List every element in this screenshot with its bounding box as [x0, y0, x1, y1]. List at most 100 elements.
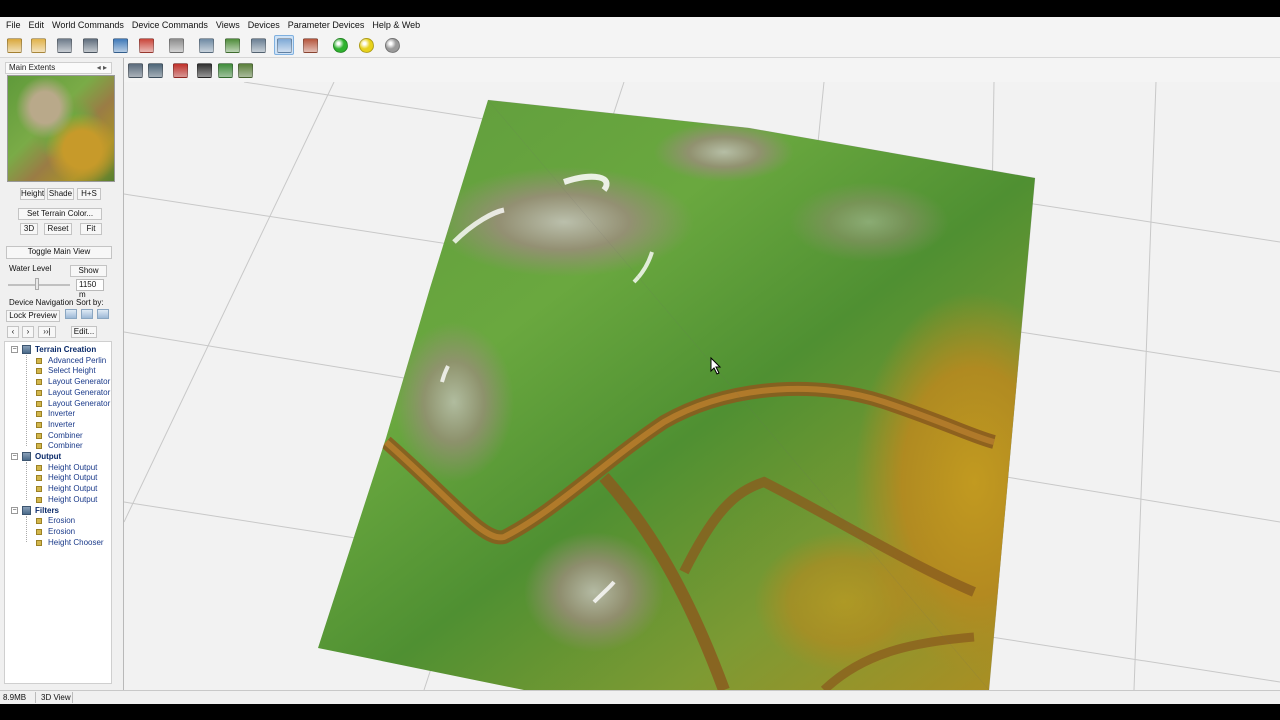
- menu-file[interactable]: File: [2, 20, 25, 30]
- water-show-button[interactable]: Show: [70, 265, 107, 277]
- properties-icon[interactable]: [80, 35, 100, 55]
- stop-grey-glyph: [384, 37, 400, 53]
- tree-device-item[interactable]: Layout Generator: [5, 398, 111, 409]
- tree-device-item[interactable]: Erosion: [5, 526, 111, 537]
- status-separator: [35, 692, 36, 703]
- tree-category[interactable]: − Output: [5, 451, 111, 462]
- device-node-icon: [36, 400, 42, 407]
- lock-preview-button[interactable]: Lock Preview: [6, 310, 60, 322]
- stop-grey-icon[interactable]: [382, 35, 402, 55]
- lighting-glyph: [196, 62, 212, 78]
- nav-previous-button[interactable]: ‹: [7, 326, 19, 338]
- render-glyph: [302, 37, 318, 53]
- save-world-icon[interactable]: [54, 35, 74, 55]
- tree-collapse-icon[interactable]: −: [11, 453, 18, 460]
- tree-device-item[interactable]: Height Chooser: [5, 537, 111, 548]
- tree-device-item[interactable]: Layout Generator: [5, 376, 111, 387]
- set-terrain-color-button[interactable]: Set Terrain Color...: [18, 208, 102, 220]
- tree-device-item[interactable]: Erosion: [5, 515, 111, 526]
- tree-device-item[interactable]: Height Output: [5, 462, 111, 473]
- tree-device-label: Layout Generator: [48, 387, 111, 397]
- tree-device-item[interactable]: Advanced Perlin: [5, 355, 111, 366]
- edit-device-button[interactable]: Edit...: [71, 326, 97, 338]
- tree-category-label: Output: [35, 452, 62, 461]
- globe-icon[interactable]: [248, 35, 268, 55]
- menu-world-commands[interactable]: World Commands: [48, 20, 128, 30]
- build-green-icon[interactable]: [330, 35, 350, 55]
- tree-device-item[interactable]: Height Output: [5, 494, 111, 505]
- tree-connector-line: [26, 462, 27, 500]
- menu-device-commands[interactable]: Device Commands: [128, 20, 212, 30]
- tree-device-item[interactable]: Combiner: [5, 430, 111, 441]
- nav-next-button[interactable]: ›: [22, 326, 34, 338]
- status-bar: 8.9MB 3D View: [0, 690, 1280, 704]
- terrain-minimap[interactable]: [7, 75, 115, 182]
- open-world-icon[interactable]: [28, 35, 48, 55]
- tree-device-label: Erosion: [48, 526, 76, 536]
- water-level-value-field[interactable]: 1150 m: [76, 279, 104, 299]
- tree-device-label: Combiner: [48, 430, 83, 440]
- menu-help-web[interactable]: Help & Web: [368, 20, 424, 30]
- sort-by-label: Sort by:: [76, 298, 104, 307]
- panel-scroll-arrows[interactable]: ◂ ▸: [97, 63, 107, 73]
- 3d-terrain-viewport[interactable]: [124, 82, 1280, 690]
- properties-glyph: [82, 37, 98, 53]
- nav-last-button[interactable]: ››|: [38, 326, 56, 338]
- world-settings-icon[interactable]: [166, 35, 186, 55]
- tree-category[interactable]: − Terrain Creation: [5, 344, 111, 355]
- fit-view-button[interactable]: Fit: [80, 223, 102, 235]
- tree-collapse-icon[interactable]: −: [11, 506, 18, 514]
- tree-device-label: Layout Generator: [48, 398, 111, 408]
- new-world-icon[interactable]: [4, 35, 24, 55]
- fly-mode-icon[interactable]: [146, 61, 164, 79]
- device-node-icon: [36, 486, 42, 493]
- film-strip-icon[interactable]: [196, 35, 216, 55]
- tree-device-item[interactable]: Combiner: [5, 440, 111, 451]
- camera-mode-icon[interactable]: [126, 61, 144, 79]
- import-icon[interactable]: [110, 35, 130, 55]
- reset-view-button[interactable]: Reset: [44, 223, 72, 235]
- category-folder-icon: [22, 452, 31, 461]
- record-icon[interactable]: [171, 61, 189, 79]
- texture-icon[interactable]: [216, 61, 234, 79]
- export-icon[interactable]: [136, 35, 156, 55]
- tab-shade[interactable]: Shade: [47, 188, 74, 200]
- new-world-glyph: [6, 37, 22, 53]
- build-yellow-icon[interactable]: [356, 35, 376, 55]
- device-node-icon: [36, 357, 42, 364]
- terrain-3d-glyph: [276, 37, 292, 53]
- tree-device-label: Height Output: [48, 462, 98, 472]
- tree-device-label: Inverter: [48, 419, 76, 429]
- sort-list-icon[interactable]: [65, 309, 77, 319]
- tab-height[interactable]: Height: [20, 188, 45, 200]
- menu-edit[interactable]: Edit: [25, 20, 49, 30]
- tree-device-item[interactable]: Height Output: [5, 483, 111, 494]
- menu-parameter-devices[interactable]: Parameter Devices: [284, 20, 369, 30]
- view-3d-button[interactable]: 3D: [20, 223, 38, 235]
- tree-device-item[interactable]: Height Output: [5, 472, 111, 483]
- tree-device-item[interactable]: Select Height: [5, 365, 111, 376]
- device-node-icon: [36, 379, 42, 386]
- tab-h-s[interactable]: H+S: [77, 188, 101, 200]
- sort-group-icon[interactable]: [97, 309, 109, 319]
- lighting-icon[interactable]: [195, 61, 213, 79]
- help-icon[interactable]: [236, 61, 254, 79]
- tree-device-item[interactable]: Layout Generator: [5, 387, 111, 398]
- grid-view-icon[interactable]: [222, 35, 242, 55]
- view-status: 3D View: [41, 693, 71, 702]
- left-panel: Main Extents ◂ ▸ Height Shade H+S Set Te…: [0, 58, 124, 690]
- sort-type-icon[interactable]: [81, 309, 93, 319]
- render-icon[interactable]: [300, 35, 320, 55]
- tree-category[interactable]: − Filters: [5, 505, 111, 516]
- tree-device-item[interactable]: Inverter: [5, 408, 111, 419]
- device-node-icon: [36, 432, 42, 439]
- toggle-main-view-button[interactable]: Toggle Main View: [6, 246, 112, 259]
- tree-device-item[interactable]: Inverter: [5, 419, 111, 430]
- terrain-3d-icon[interactable]: [274, 35, 294, 55]
- water-level-slider-thumb[interactable]: [35, 278, 40, 290]
- menu-views[interactable]: Views: [212, 20, 244, 30]
- tree-collapse-icon[interactable]: −: [11, 346, 18, 353]
- menu-devices[interactable]: Devices: [244, 20, 284, 30]
- camera-mode-glyph: [127, 62, 143, 78]
- main-extents-header: Main Extents ◂ ▸: [5, 62, 112, 74]
